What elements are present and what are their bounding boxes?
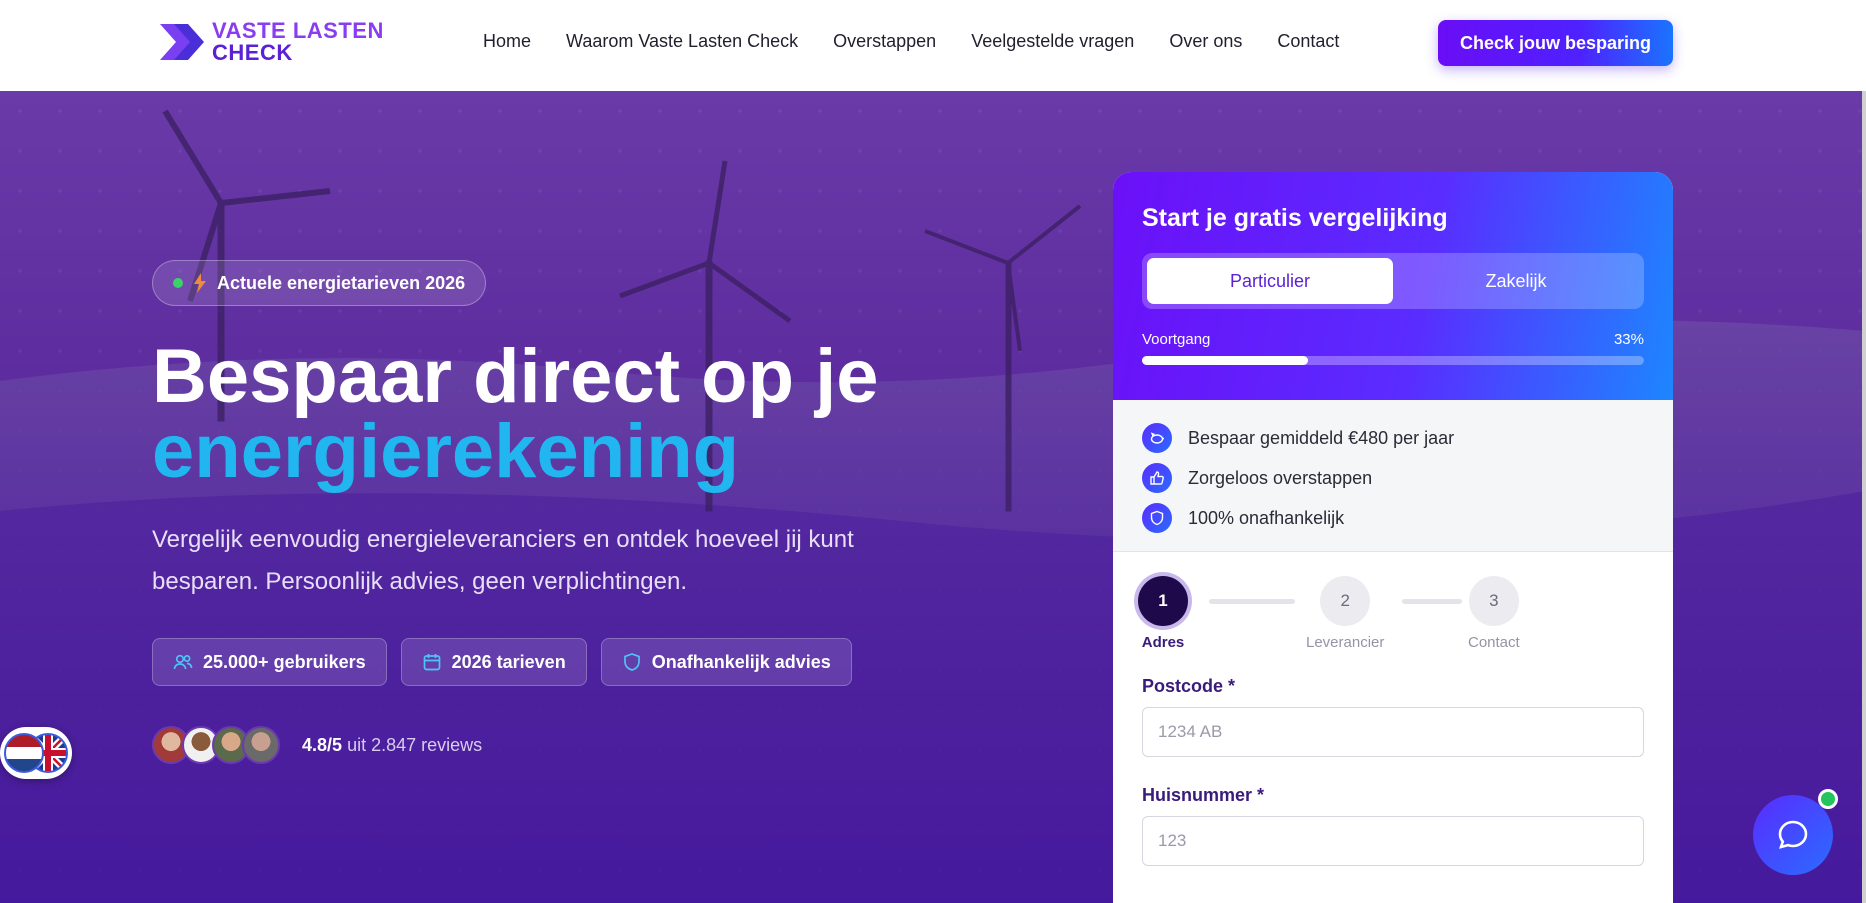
progress-fill — [1142, 356, 1308, 365]
postcode-field-group: Postcode * 1234 AB — [1113, 676, 1673, 757]
reviews-count: uit 2.847 reviews — [347, 734, 483, 755]
step-leverancier[interactable]: 2 Leverancier — [1306, 576, 1384, 651]
chip-users: 25.000+ gebruikers — [152, 638, 387, 686]
progress-label: Voortgang — [1142, 331, 1211, 348]
language-flag-icon — [4, 733, 68, 773]
benefit-item: Bespaar gemiddeld €480 per jaar — [1142, 418, 1644, 458]
step-label: Contact — [1468, 634, 1520, 651]
huisnummer-field-group: Huisnummer * 123 — [1113, 785, 1673, 866]
piggy-bank-icon — [1150, 432, 1164, 444]
rating-value: 4.8/5 — [302, 734, 343, 755]
step-connector — [1402, 599, 1462, 604]
step-label: Leverancier — [1306, 634, 1385, 651]
chip-rates: 2026 tarieven — [400, 638, 587, 686]
step-number: 2 — [1320, 576, 1371, 626]
benefit-text: 100% onafhankelijk — [1188, 507, 1345, 528]
logo[interactable]: VASTE LASTEN CHECK — [158, 20, 384, 64]
bolt-icon — [194, 273, 206, 293]
progress-bar — [1142, 356, 1644, 365]
benefits-list: Bespaar gemiddeld €480 per jaar Zorgeloo… — [1113, 400, 1673, 552]
nav-waarom[interactable]: Waarom Vaste Lasten Check — [566, 31, 798, 52]
form-title: Start je gratis vergelijking — [1142, 204, 1448, 232]
shield-icon — [1150, 510, 1164, 526]
hero-title-line1: Bespaar direct op je — [152, 334, 879, 419]
chip-rates-text: 2026 tarieven — [451, 651, 566, 672]
nav-overstappen[interactable]: Overstappen — [833, 31, 936, 52]
live-dot — [173, 278, 183, 288]
shield-icon — [623, 653, 640, 671]
logo-text-line1: VASTE LASTEN — [212, 18, 384, 43]
hero-chips: 25.000+ gebruikers 2026 tarieven Onafhan… — [152, 638, 852, 686]
thumbs-up-icon — [1150, 471, 1164, 485]
avatar — [242, 726, 280, 764]
progress-header: Voortgang 33% — [1142, 331, 1644, 348]
check-besparing-button[interactable]: Check jouw besparing — [1438, 20, 1673, 66]
nav-faq[interactable]: Veelgestelde vragen — [971, 31, 1134, 52]
benefit-text: Zorgeloos overstappen — [1188, 467, 1373, 488]
benefit-item: Zorgeloos overstappen — [1142, 458, 1644, 498]
hero-subtitle: Vergelijk eenvoudig energieleveranciers … — [152, 526, 854, 595]
online-status-dot — [1818, 789, 1838, 809]
logo-text-line2: CHECK — [212, 40, 293, 65]
badge-text: Actuele energietarieven 2026 — [217, 272, 466, 293]
form-steps: 1 Adres 2 Leverancier 3 Contact — [1113, 552, 1673, 672]
nav-contact[interactable]: Contact — [1277, 31, 1339, 52]
chat-icon — [1778, 820, 1808, 849]
step-number: 1 — [1138, 576, 1188, 626]
step-number: 3 — [1468, 576, 1519, 626]
scrollbar[interactable] — [1862, 91, 1866, 903]
benefit-item: 100% onafhankelijk — [1142, 498, 1644, 538]
step-adres[interactable]: 1 Adres — [1138, 576, 1188, 651]
form-header: Start je gratis vergelijking Particulier… — [1113, 172, 1673, 400]
users-icon — [173, 654, 193, 670]
calendar-icon — [423, 654, 440, 671]
rating-text: 4.8/5 uit 2.847 reviews — [302, 735, 482, 756]
benefit-text: Bespaar gemiddeld €480 per jaar — [1188, 427, 1455, 448]
hero-title-line2: energierekening — [152, 409, 740, 494]
huisnummer-input[interactable]: 123 — [1142, 816, 1644, 866]
chip-advice: Onafhankelijk advies — [600, 638, 852, 686]
avatar-group — [152, 726, 280, 764]
progress-percent: 33% — [1613, 331, 1644, 348]
postcode-label: Postcode * — [1142, 676, 1236, 696]
energy-rates-badge: Actuele energietarieven 2026 — [152, 260, 487, 306]
step-label: Adres — [1141, 634, 1185, 651]
tab-zakelijk[interactable]: Zakelijk — [1393, 258, 1639, 304]
huisnummer-label: Huisnummer * — [1142, 785, 1265, 805]
site-header: VASTE LASTEN CHECK Home Waarom Vaste Las… — [0, 0, 1866, 91]
step-contact[interactable]: 3 Contact — [1468, 576, 1520, 651]
nav-over-ons[interactable]: Over ons — [1169, 31, 1242, 52]
nav-home[interactable]: Home — [483, 31, 531, 52]
reviews-summary: 4.8/5 uit 2.847 reviews — [152, 726, 482, 764]
chip-advice-text: Onafhankelijk advies — [651, 651, 831, 672]
customer-type-toggle: Particulier Zakelijk — [1142, 253, 1644, 309]
step-connector — [1209, 599, 1295, 604]
tab-particulier[interactable]: Particulier — [1147, 258, 1393, 304]
comparison-form-card: Start je gratis vergelijking Particulier… — [1113, 172, 1673, 903]
main-nav: Home Waarom Vaste Lasten Check Overstapp… — [483, 31, 1339, 52]
postcode-input[interactable]: 1234 AB — [1142, 707, 1644, 757]
chip-users-text: 25.000+ gebruikers — [203, 651, 366, 672]
logo-arrow-icon — [160, 24, 204, 60]
language-switcher[interactable] — [0, 727, 72, 779]
